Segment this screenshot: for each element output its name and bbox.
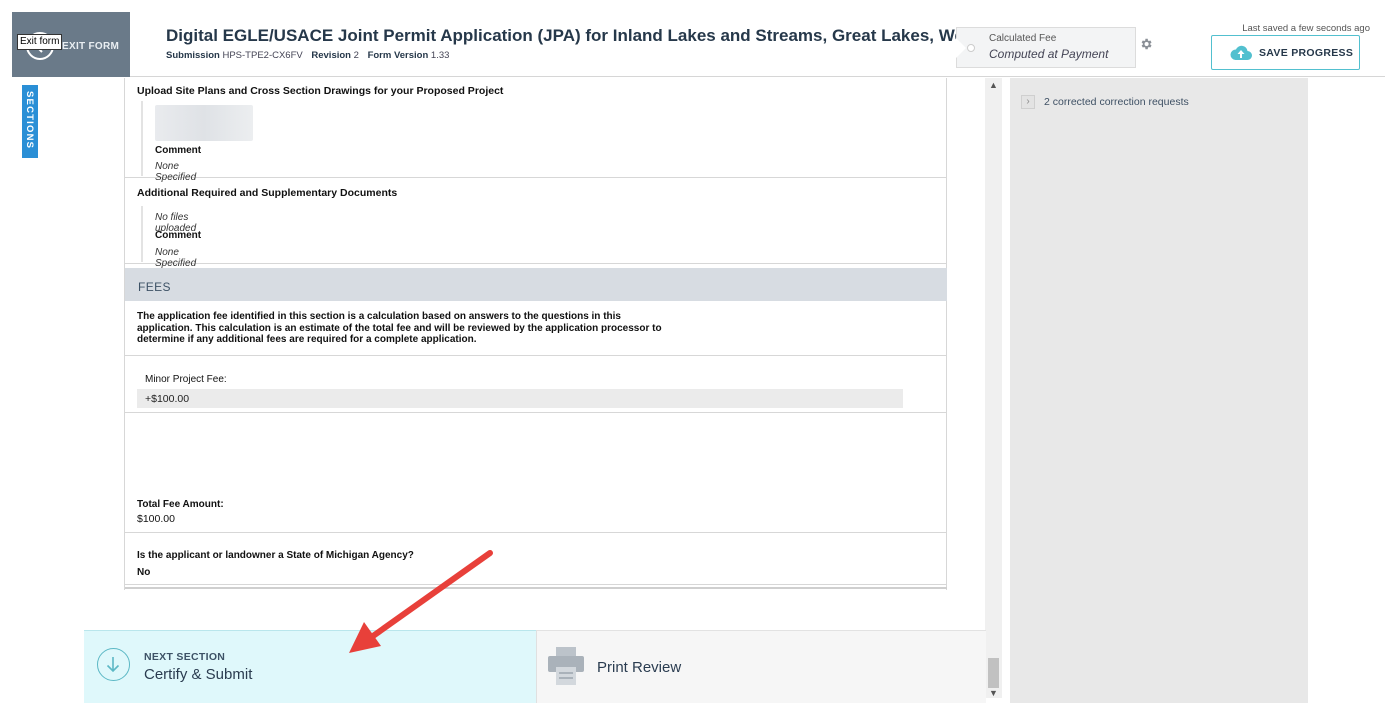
form-version-value: 1.33 <box>430 50 450 61</box>
revision-value: 2 <box>353 50 359 61</box>
exit-form-tooltip: Exit form <box>17 34 63 50</box>
sections-tab-label: SECTIONS <box>24 91 35 150</box>
total-fee-label: Total Fee Amount: <box>137 499 224 510</box>
additional-documents-title: Additional Required and Supplementary Do… <box>137 187 398 199</box>
scrollbar-thumb[interactable] <box>988 658 999 688</box>
comment-label: Comment <box>155 145 202 156</box>
app-header: EXIT FORM Exit form Digital EGLE/USACE J… <box>12 12 1385 77</box>
print-review-label: Print Review <box>597 659 682 676</box>
state-agency-question-label: Is the applicant or landowner a State of… <box>137 550 414 561</box>
cloud-upload-icon <box>1230 45 1252 60</box>
minor-project-fee-value: +$100.00 <box>137 389 903 408</box>
additional-documents-field: Additional Required and Supplementary Do… <box>125 178 947 269</box>
submission-meta: Submission HPS-TPE2-CX6FV Revision 2 For… <box>166 50 449 61</box>
site-plans-field: Upload Site Plans and Cross Section Draw… <box>125 78 947 183</box>
fees-section-title: FEES <box>138 280 171 294</box>
review-content: Upload Site Plans and Cross Section Draw… <box>124 78 947 590</box>
last-saved-status: Last saved a few seconds ago <box>1242 23 1370 34</box>
form-version-label: Form Version <box>367 50 429 61</box>
submission-label: Submission <box>166 50 220 61</box>
submission-id: HPS-TPE2-CX6FV <box>222 50 303 61</box>
state-agency-question-value: No <box>137 567 151 578</box>
comment-label: Comment <box>155 230 202 241</box>
gear-icon[interactable] <box>1139 37 1153 56</box>
exit-form-button[interactable]: EXIT FORM Exit form <box>12 12 130 77</box>
left-gutter <box>12 78 84 703</box>
content-scrollbar[interactable]: ▲ ▼ <box>985 78 1002 698</box>
fee-status-dot-icon <box>967 44 975 52</box>
correction-requests-panel: › 2 corrected correction requests <box>1010 78 1308 703</box>
total-fee-value: $100.00 <box>137 513 175 525</box>
fees-section-header: FEES <box>125 268 947 301</box>
arrow-down-circle-icon <box>97 648 130 681</box>
correction-requests-text: 2 corrected correction requests <box>1044 96 1189 108</box>
section-end-divider <box>125 585 947 589</box>
fees-description: The application fee identified in this s… <box>137 311 662 345</box>
form-title: Digital EGLE/USACE Joint Permit Applicat… <box>166 26 1009 45</box>
calculated-fee-badge: Calculated Fee Computed at Payment <box>956 27 1136 68</box>
save-progress-button[interactable]: SAVE PROGRESS <box>1211 35 1360 70</box>
next-section-kicker: NEXT SECTION <box>144 651 226 663</box>
chevron-right-icon: › <box>1021 95 1035 109</box>
save-progress-label: SAVE PROGRESS <box>1259 47 1354 59</box>
print-review-button[interactable]: Print Review <box>536 630 986 703</box>
next-section-title: Certify & Submit <box>144 666 253 683</box>
next-section-button[interactable]: NEXT SECTION Certify & Submit <box>84 630 536 703</box>
sections-tab[interactable]: SECTIONS <box>22 85 38 158</box>
calculated-fee-label: Calculated Fee <box>989 33 1057 44</box>
exit-form-label: EXIT FORM <box>62 41 120 52</box>
uploaded-file-thumbnail[interactable] <box>155 105 253 141</box>
printer-icon <box>548 647 584 685</box>
calculated-fee-value: Computed at Payment <box>989 47 1109 61</box>
revision-label: Revision <box>311 50 351 61</box>
site-plans-title: Upload Site Plans and Cross Section Draw… <box>137 85 504 97</box>
total-fee-field <box>125 413 947 533</box>
comment-value: None Specified <box>155 247 197 269</box>
minor-project-fee-amount: +$100.00 <box>145 393 190 405</box>
minor-project-fee-label: Minor Project Fee: <box>145 374 227 385</box>
scroll-up-icon[interactable]: ▲ <box>989 80 998 90</box>
scroll-down-icon[interactable]: ▼ <box>989 688 998 698</box>
